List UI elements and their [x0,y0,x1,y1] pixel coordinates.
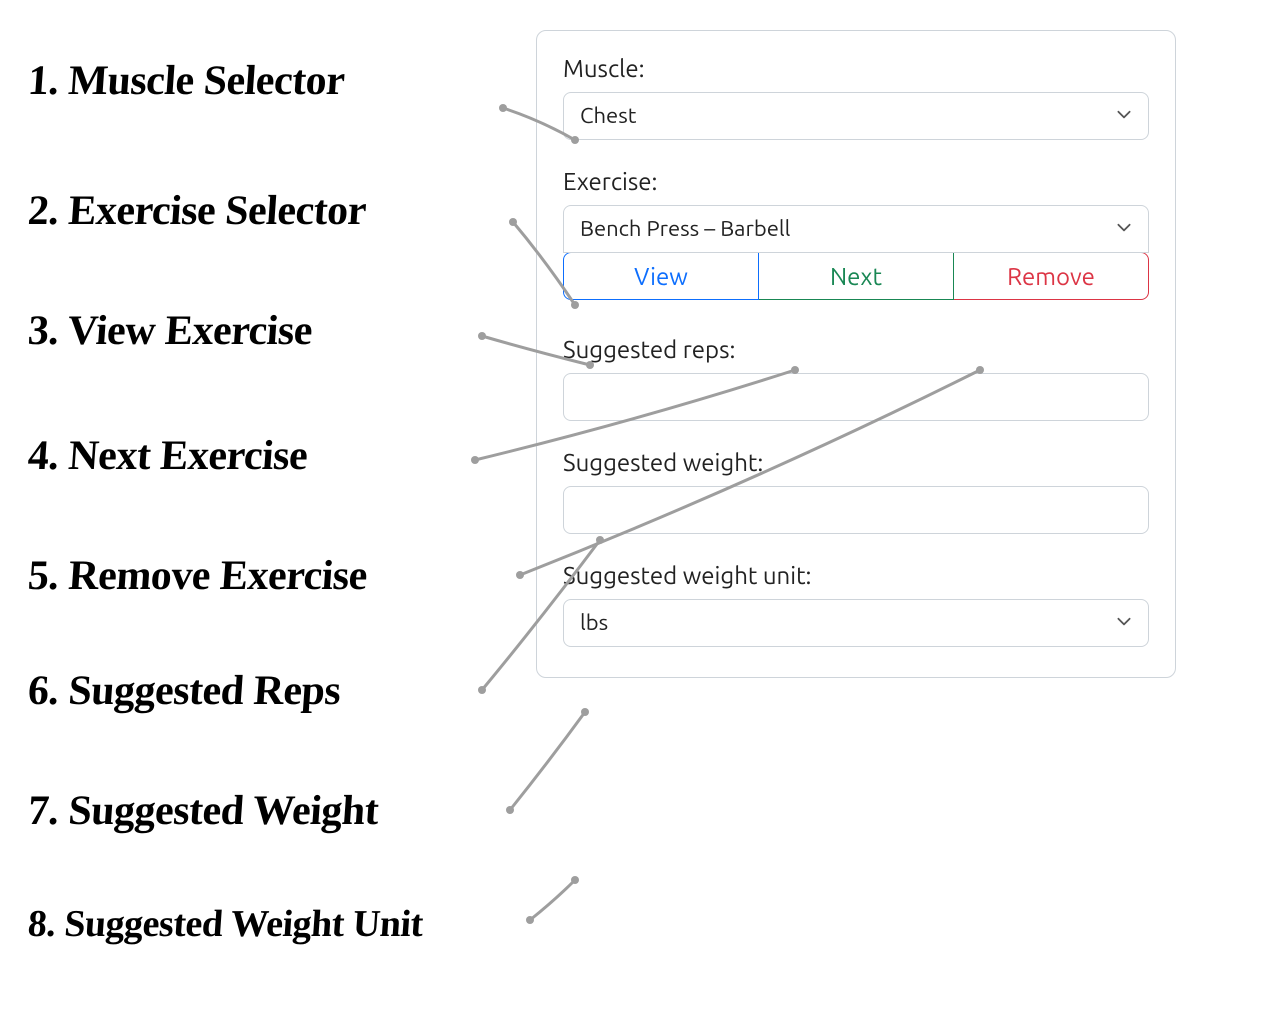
annotation-text: Suggested Reps [67,668,342,714]
annotation-text: Next Exercise [67,433,309,479]
annotation-text: Suggested Weight [67,788,380,834]
annotation-number: 2. [26,188,60,234]
exercise-form-card: Muscle: Chest Exercise: Bench Press – Ba… [536,30,1176,678]
annotation-6: 6. Suggested Reps [27,670,342,712]
exercise-selector[interactable]: Bench Press – Barbell [563,205,1149,253]
annotation-number: 4. [26,433,60,479]
annotation-number: 7. [26,788,60,834]
reps-label: Suggested reps: [563,336,1149,363]
next-button[interactable]: Next [759,252,954,300]
muscle-selector[interactable]: Chest [563,92,1149,140]
muscle-select-wrap: Chest [563,92,1149,140]
muscle-field: Muscle: Chest [563,55,1149,140]
annotation-8: 8. Suggested Weight Unit [27,905,424,943]
annotation-3: 3. View Exercise [27,310,314,352]
annotation-text: View Exercise [66,308,313,354]
reps-field: Suggested reps: [563,336,1149,421]
annotation-text: Muscle Selector [67,58,346,104]
annotation-2: 2. Exercise Selector [27,190,368,232]
exercise-field: Exercise: Bench Press – Barbell [563,168,1149,253]
view-button[interactable]: View [563,252,759,300]
annotation-number: 8. [27,903,57,945]
weight-label: Suggested weight: [563,449,1149,476]
annotation-7: 7. Suggested Weight [27,790,380,832]
annotation-text: Remove Exercise [67,553,369,599]
annotation-number: 1. [26,58,60,104]
suggested-weight-input[interactable] [563,486,1149,534]
annotation-5: 5. Remove Exercise [27,555,369,597]
annotation-number: 5. [26,553,60,599]
annotation-text: Exercise Selector [67,188,368,234]
unit-label: Suggested weight unit: [563,562,1149,589]
unit-select-wrap: lbs [563,599,1149,647]
annotation-number: 6. [26,668,60,714]
exercise-label: Exercise: [563,168,1149,195]
weight-field: Suggested weight: [563,449,1149,534]
annotation-text: Suggested Weight Unit [63,903,424,945]
weight-unit-selector[interactable]: lbs [563,599,1149,647]
exercise-select-wrap: Bench Press – Barbell [563,205,1149,253]
unit-field: Suggested weight unit: lbs [563,562,1149,647]
muscle-label: Muscle: [563,55,1149,82]
suggested-reps-input[interactable] [563,373,1149,421]
annotation-number: 3. [26,308,60,354]
exercise-buttons: View Next Remove [563,252,1149,300]
annotation-1: 1. Muscle Selector [27,60,346,102]
remove-button[interactable]: Remove [954,252,1149,300]
annotation-4: 4. Next Exercise [27,435,309,477]
